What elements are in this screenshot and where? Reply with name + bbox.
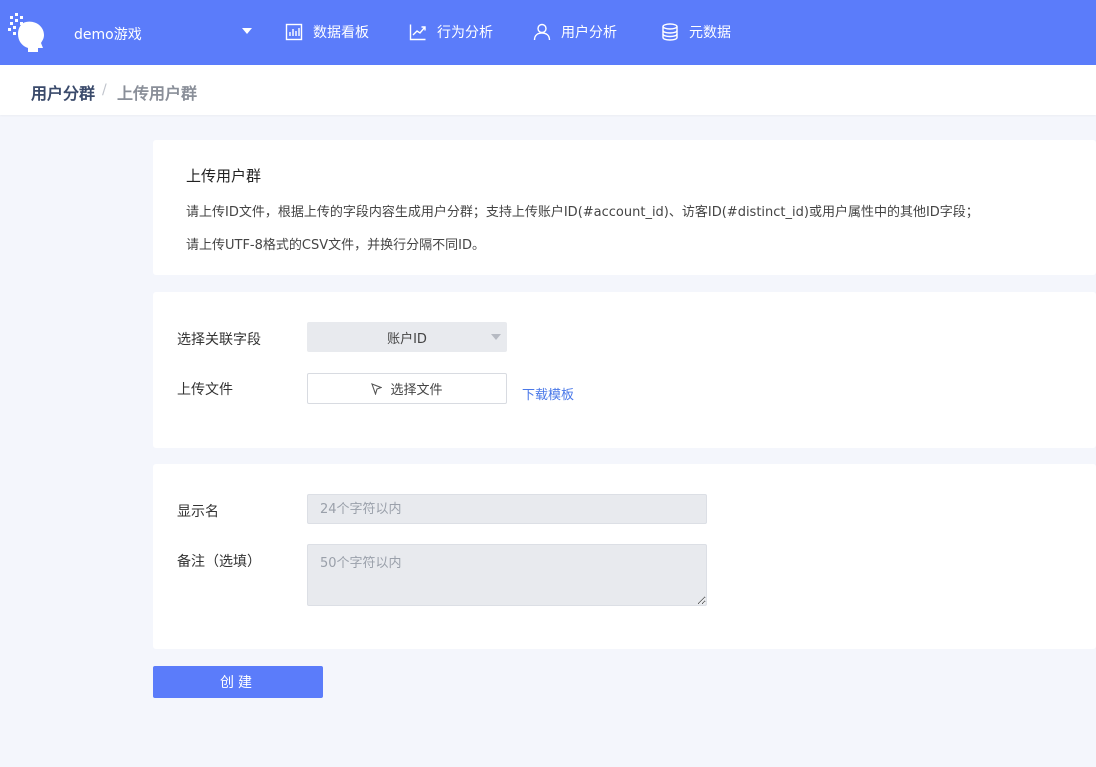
project-name[interactable]: demo游戏	[74, 24, 142, 44]
create-button[interactable]: 创建	[153, 666, 323, 698]
upload-file-label: 上传文件	[177, 382, 233, 398]
download-template-link[interactable]: 下载模板	[522, 384, 574, 403]
project-dropdown-caret-icon[interactable]	[242, 28, 252, 34]
choose-file-label: 选择文件	[390, 383, 443, 398]
instruction-line-2: 请上传UTF-8格式的CSV文件，并换行分隔不同ID。	[186, 238, 485, 253]
nav-user-analysis[interactable]: 用户分析	[533, 20, 617, 44]
nav-user-label: 用户分析	[561, 25, 617, 41]
page-title: 上传用户群	[186, 167, 262, 185]
top-navigation-bar: demo游戏 数据看板 行为分析 用户分析 元数据	[0, 0, 1096, 65]
bar-chart-icon	[285, 23, 303, 41]
upload-form-card: 选择关联字段 账户ID 上传文件 选择文件 下载模板	[153, 292, 1096, 448]
display-name-label: 显示名	[177, 504, 219, 520]
link-field-value: 账户ID	[387, 331, 427, 347]
breadcrumb: 用户分群 / 上传用户群	[0, 65, 1096, 115]
logo-icon	[8, 13, 44, 52]
trend-line-icon	[409, 24, 426, 41]
remark-textarea[interactable]	[307, 544, 707, 606]
info-card: 上传用户群 请上传ID文件，根据上传的字段内容生成用户分群；支持上传账户ID(#…	[153, 140, 1096, 275]
remark-label: 备注（选填）	[177, 554, 261, 570]
chevron-down-icon	[491, 334, 501, 340]
nav-dashboard[interactable]: 数据看板	[285, 20, 369, 44]
nav-behavior-label: 行为分析	[437, 25, 493, 41]
nav-behavior-analysis[interactable]: 行为分析	[409, 20, 493, 44]
user-icon	[533, 23, 551, 41]
instruction-line-1: 请上传ID文件，根据上传的字段内容生成用户分群；支持上传账户ID(#accoun…	[186, 205, 979, 220]
nav-dashboard-label: 数据看板	[313, 25, 369, 41]
breadcrumb-current: 上传用户群	[117, 84, 198, 103]
choose-file-button[interactable]: 选择文件	[307, 373, 507, 404]
breadcrumb-parent-link[interactable]: 用户分群	[31, 80, 95, 104]
link-field-label: 选择关联字段	[177, 332, 261, 348]
breadcrumb-separator: /	[102, 82, 107, 98]
nav-metadata-label: 元数据	[689, 25, 731, 41]
nav-metadata[interactable]: 元数据	[661, 20, 731, 44]
display-name-input[interactable]	[307, 494, 707, 524]
name-form-card: 显示名 备注（选填）	[153, 464, 1096, 649]
database-icon	[662, 23, 678, 41]
link-field-select[interactable]: 账户ID	[307, 322, 507, 352]
cursor-pointer-icon	[371, 382, 383, 395]
